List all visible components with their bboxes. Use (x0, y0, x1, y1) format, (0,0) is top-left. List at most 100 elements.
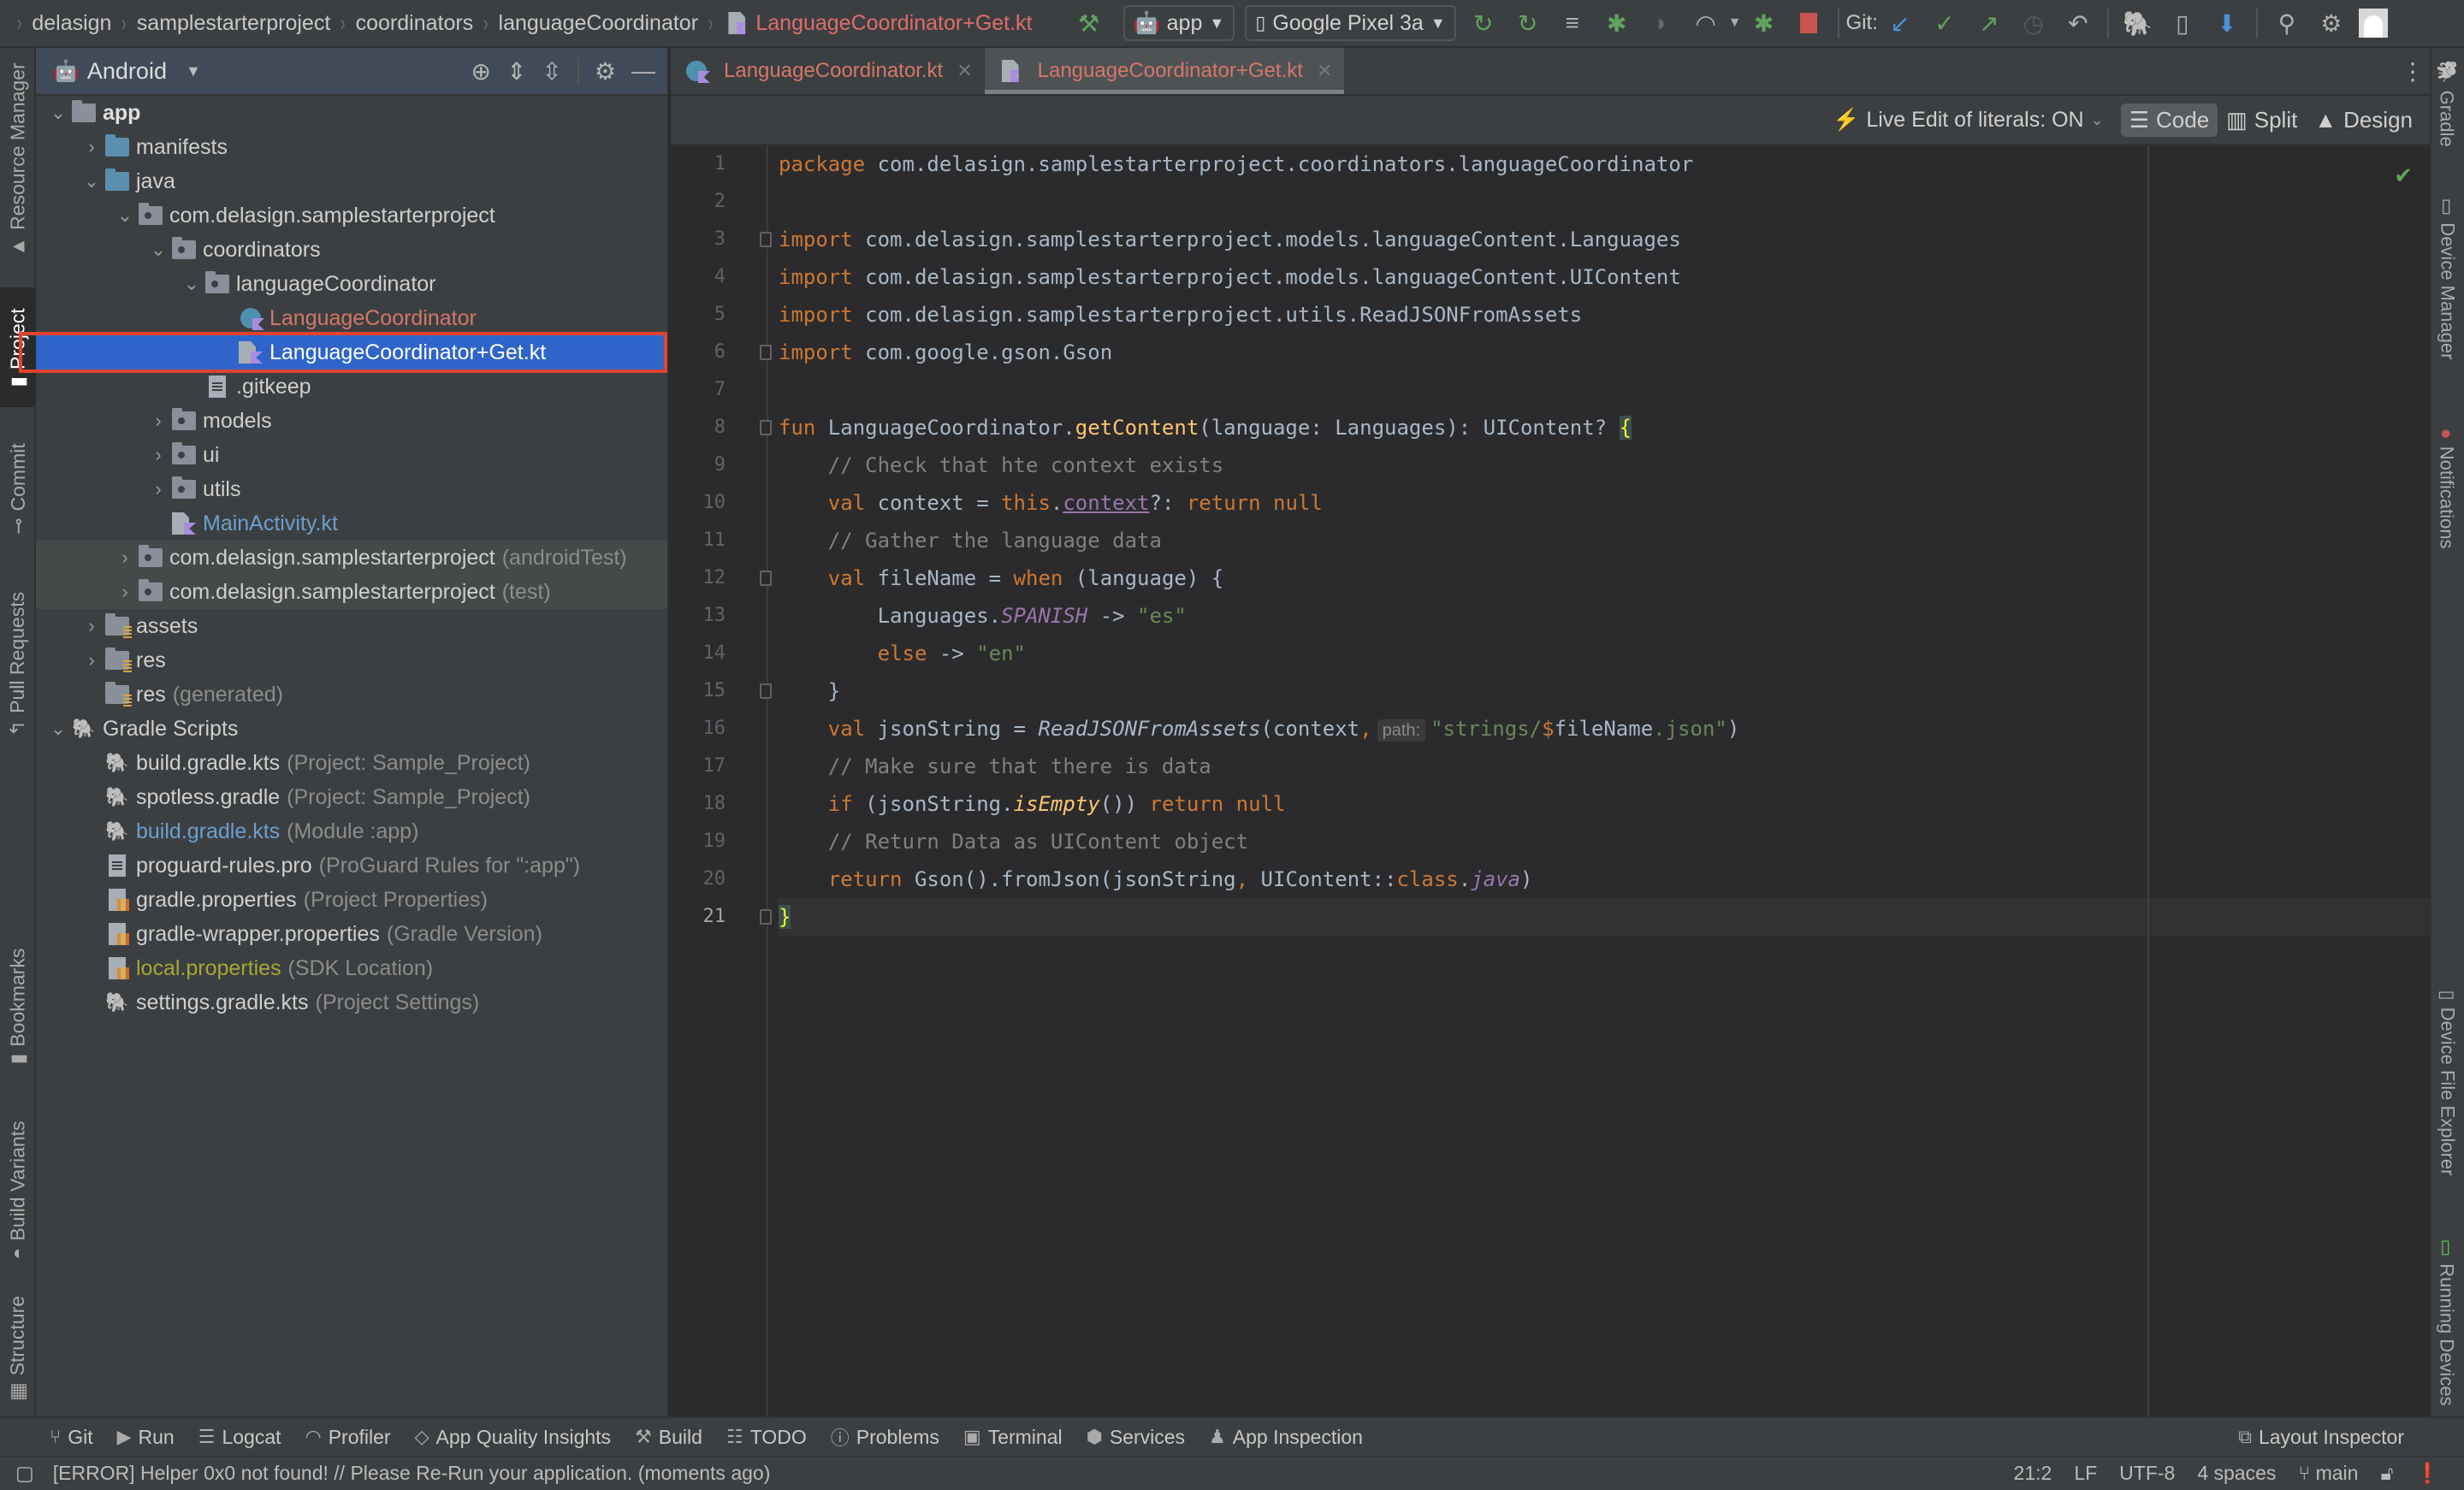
tree-item[interactable]: 🐘 build.gradle.kts (Project: Sample_Projec… (36, 746, 667, 780)
code-line[interactable]: val context = this.context?: return null (779, 484, 2430, 522)
tool-gradle[interactable]: 🐘 Gradle (2430, 48, 2464, 159)
tool-layout-inspector[interactable]: ⧉ Layout Inspector (2238, 1426, 2404, 1449)
event-log-icon[interactable]: ❗ (2415, 1462, 2440, 1485)
tree-item[interactable]: › com.delasign.samplestarterproject (andro… (36, 541, 667, 575)
code-line[interactable]: fun LanguageCoordinator.getContent(langu… (779, 409, 2430, 446)
tree-item[interactable]: ⌄ app (36, 96, 667, 130)
code-line[interactable]: if (jsonString.isEmpty()) return null (779, 785, 2430, 823)
tree-item[interactable]: 🐘 settings.gradle.kts (Project Settings) (36, 985, 667, 1020)
chevron-down-icon[interactable]: ⌄ (80, 170, 104, 192)
search-icon[interactable]: ⚲ (2270, 6, 2304, 40)
run-config-select[interactable]: 🤖 app ▼ (1122, 5, 1235, 41)
line-number[interactable]: 9 (671, 446, 767, 484)
code-line[interactable] (779, 183, 2430, 221)
rerun-icon[interactable]: ↻ (1466, 6, 1501, 40)
chevron-right-icon[interactable]: › (146, 444, 170, 466)
chevron-down-icon[interactable]: ⌄ (46, 718, 70, 740)
code-line[interactable]: else -> "en" (779, 635, 2430, 672)
tool-profiler[interactable]: ◠ Profiler (305, 1426, 391, 1449)
project-view-select[interactable]: Android (87, 58, 167, 85)
line-number[interactable]: 13 (671, 597, 767, 635)
chevron-right-icon[interactable]: › (113, 581, 137, 603)
file-encoding[interactable]: UTF-8 (2119, 1462, 2175, 1485)
line-number[interactable]: 10 (671, 484, 767, 522)
toggle-tool-windows-icon[interactable]: ▢ (15, 1462, 34, 1485)
chevron-down-icon[interactable]: ⌄ (113, 204, 137, 227)
fold-marker-icon[interactable] (760, 909, 772, 925)
chevron-down-icon[interactable]: ▼ (186, 62, 201, 80)
hammer-icon[interactable]: ⚒ (1072, 6, 1106, 40)
chevron-right-icon[interactable]: › (113, 547, 137, 569)
tool-notifications[interactable]: ● Notifications (2430, 390, 2464, 587)
attach-debugger-icon[interactable]: ◗ (1644, 6, 1679, 40)
tree-item[interactable]: gradle.properties (Project Properties) (36, 883, 667, 917)
collapse-all-icon[interactable]: ⇳ (542, 57, 561, 86)
tool-device-manager[interactable]: ▭ Device Manager (2430, 176, 2464, 381)
fold-marker-icon[interactable] (760, 345, 772, 360)
tool-app-quality-insights[interactable]: ◇ App Quality Insights (415, 1426, 611, 1449)
breadcrumb-current-file[interactable]: LanguageCoordinator+Get.kt (755, 11, 1032, 36)
tool-todo[interactable]: ☷ TODO (726, 1426, 807, 1449)
code-line[interactable]: // Gather the language data (779, 522, 2430, 559)
tree-item[interactable]: › utils (36, 472, 667, 506)
mode-code-button[interactable]: ☰ Code (2120, 103, 2218, 137)
tool-build-variants[interactable]: ◓ Build Variants (0, 1091, 36, 1288)
chevron-down-icon[interactable]: ⌄ (180, 273, 204, 295)
fold-marker-icon[interactable] (760, 571, 772, 586)
chevron-right-icon[interactable]: › (146, 478, 170, 500)
avatar[interactable] (2358, 9, 2388, 38)
line-separator[interactable]: LF (2074, 1462, 2097, 1485)
tree-item[interactable]: ⌄ com.delasign.samplestarterproject (36, 198, 667, 233)
code-line[interactable]: } (779, 898, 2430, 936)
chevron-right-icon[interactable]: › (80, 136, 104, 158)
tool-problems[interactable]: ⓘ Problems (831, 1423, 939, 1451)
tool-run[interactable]: ▶ Run (117, 1426, 175, 1449)
breadcrumb-item[interactable]: languageCoordinator (499, 11, 699, 36)
line-number[interactable]: 19 (671, 823, 767, 860)
history-icon[interactable]: ◷ (2017, 6, 2051, 40)
live-edit-toggle[interactable]: ⚡ Live Edit of literals: ON ⌄ (1833, 108, 2104, 133)
chevron-right-icon[interactable]: › (146, 410, 170, 432)
code-line[interactable]: import com.delasign.samplestarterproject… (779, 221, 2430, 258)
tree-item[interactable]: local.properties (SDK Location) (36, 951, 667, 985)
tool-bookmarks[interactable]: ▮ Bookmarks (0, 920, 36, 1091)
tree-item[interactable]: › res (36, 643, 667, 677)
tree-item[interactable]: MainActivity.kt (36, 506, 667, 541)
chevron-down-icon[interactable]: ⌄ (146, 239, 170, 261)
line-number[interactable]: 6 (671, 334, 767, 371)
code-line[interactable] (779, 371, 2430, 409)
mode-design-button[interactable]: ▲ Design (2306, 103, 2421, 137)
code-line[interactable]: package com.delasign.samplestarterprojec… (779, 145, 2430, 183)
tool-build[interactable]: ⚒ Build (635, 1426, 702, 1449)
tree-item[interactable]: 🐘 build.gradle.kts (Module :app) (36, 814, 667, 848)
breadcrumb-item[interactable]: coordinators (356, 11, 474, 36)
code-line[interactable]: return Gson().fromJson(jsonString, UICon… (779, 860, 2430, 898)
indent-setting[interactable]: 4 spaces (2197, 1462, 2276, 1485)
fold-marker-icon[interactable] (760, 232, 772, 247)
fold-marker-icon[interactable] (760, 420, 772, 435)
tab-language-coordinator-get[interactable]: LanguageCoordinator+Get.kt ✕ (984, 48, 1345, 94)
code-line[interactable]: } (779, 672, 2430, 710)
code-area[interactable]: 1 2 3 4 5 6 7 8 9 10 11 12 13 14 15 16 17 18 19 20 21 packag… (671, 145, 2430, 1416)
settings-icon[interactable]: ⚙ (2314, 6, 2348, 40)
code-line[interactable]: import com.delasign.samplestarterproject… (779, 258, 2430, 296)
line-number[interactable]: 14 (671, 635, 767, 672)
line-number[interactable]: 17 (671, 748, 767, 785)
close-icon[interactable]: ✕ (1317, 60, 1332, 82)
tree-item[interactable]: ⌄ coordinators (36, 233, 667, 267)
fold-marker-icon[interactable] (760, 683, 772, 699)
tree-item[interactable]: › models (36, 404, 667, 438)
mode-split-button[interactable]: ▥ Split (2218, 103, 2306, 137)
status-message[interactable]: [ERROR] Helper 0x0 not found! // Please … (53, 1462, 771, 1485)
line-number[interactable]: 18 (671, 785, 767, 823)
tree-item[interactable]: › com.delasign.samplestarterproject (test) (36, 575, 667, 609)
minimize-icon[interactable]: — (631, 57, 655, 85)
tree-item[interactable]: proguard-rules.pro (ProGuard Rules for ":… (36, 848, 667, 883)
tool-commit[interactable]: ⊸ Commit (0, 424, 36, 553)
code-line[interactable]: Languages.SPANISH -> "es" (779, 597, 2430, 635)
code-line[interactable]: import com.delasign.samplestarterproject… (779, 296, 2430, 334)
gradle-sync-icon[interactable]: 🐘 (2121, 6, 2155, 40)
git-branch[interactable]: ⑂ main (2298, 1462, 2358, 1485)
line-number[interactable]: 1 (671, 145, 767, 183)
profile-icon[interactable]: ◠ (1689, 6, 1723, 40)
